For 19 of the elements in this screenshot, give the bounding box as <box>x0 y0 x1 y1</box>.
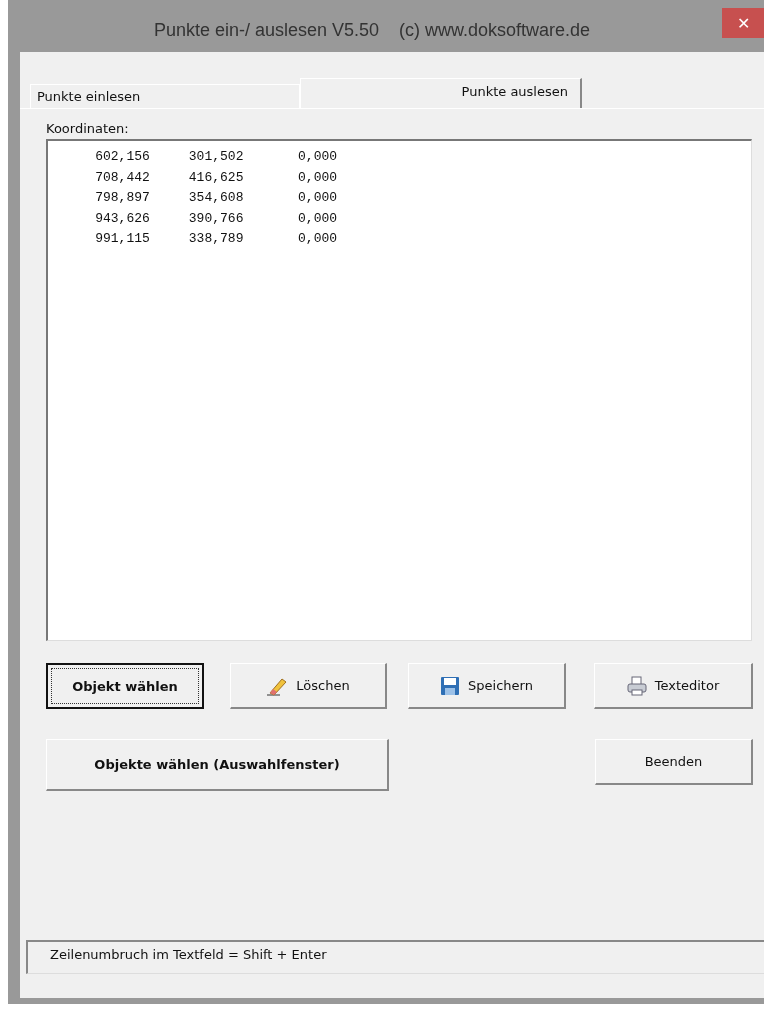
close-button[interactable]: ✕ <box>722 8 764 38</box>
button[interactable]: Objekte wählen (Auswahlfenster) <box>46 739 389 791</box>
button[interactable]: Texteditor <box>594 663 753 709</box>
field-label: Koordinaten: <box>46 121 130 136</box>
coordinate-line: 708,442 416,625 0,000 <box>94 168 339 187</box>
button[interactable]: Löschen <box>230 663 387 709</box>
coordinate-line: 602,156 301,502 0,000 <box>94 148 339 166</box>
status-bar: Zeilenumbruch im Textfeld = Shift + Enter <box>26 940 764 974</box>
button[interactable]: Objekt wählen <box>46 663 204 709</box>
tab[interactable]: Punkte auslesen <box>300 78 582 108</box>
tab[interactable]: Punkte einlesen <box>30 84 300 108</box>
coordinate-line: 943,626 390,766 0,000 <box>94 209 339 228</box>
coordinate-line: 798,897 354,608 0,000 <box>94 189 339 207</box>
button[interactable]: Speichern <box>408 663 566 709</box>
coordinates-field[interactable]: 602,156 301,502 0,000 708,442 416,625 0,000 798,897 354,608 0,000 943,626 390,766 0,000 991,115 338,789 0,000 <box>46 139 752 641</box>
window-title: Punkte ein-/ auslesen V5.50 (c) www.doksoftware.de <box>153 19 591 41</box>
button[interactable]: Beenden <box>595 739 753 785</box>
coordinate-line: 991,115 338,789 0,000 <box>94 230 339 248</box>
printer-icon <box>626 675 647 696</box>
